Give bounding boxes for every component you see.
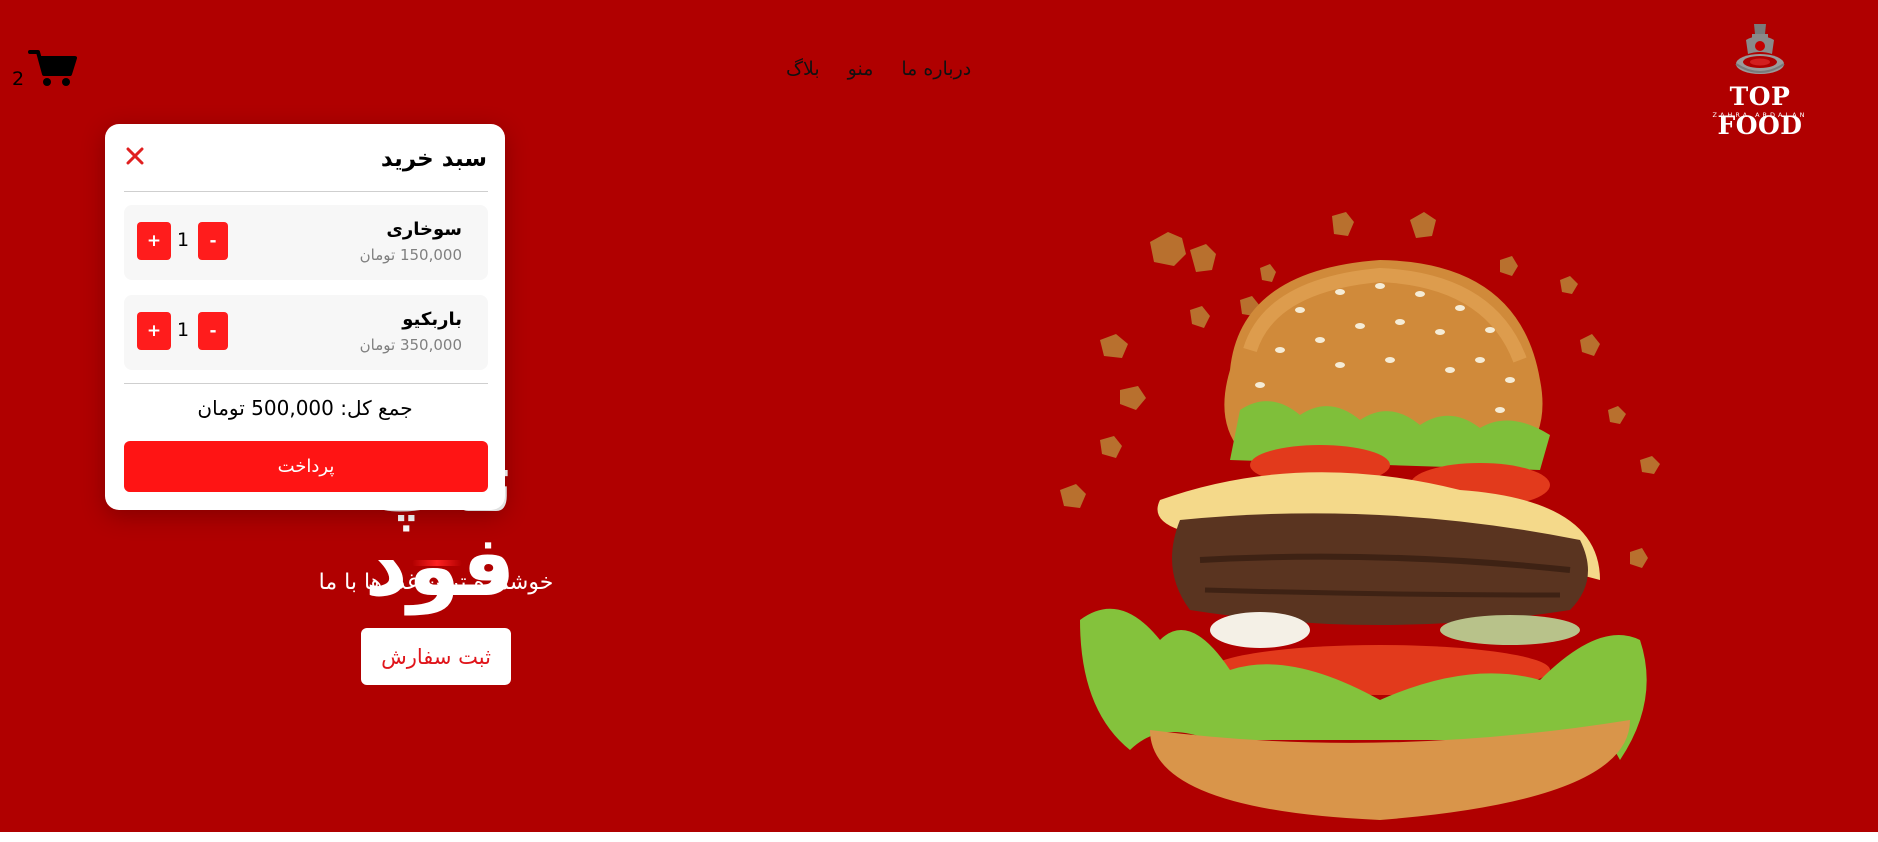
hero-subtitle: خوشمزه ترین غذا ها با ما — [318, 570, 554, 595]
pay-button[interactable]: پرداخت — [124, 441, 488, 492]
quantity-value: 1 — [177, 319, 190, 341]
title-underline — [412, 560, 462, 566]
increase-quantity-button[interactable]: + — [137, 222, 171, 260]
decrease-quantity-button[interactable]: - — [198, 222, 228, 260]
item-name: باربکیو — [402, 309, 462, 330]
shopping-cart-icon — [28, 50, 77, 86]
cart-panel: سبد خرید سوخاری 150,000 تومان - 1 + بارب… — [105, 124, 505, 510]
cart-total: جمع کل: 500,000 تومان — [197, 396, 413, 420]
item-name: سوخاری — [386, 219, 462, 240]
item-price: 150,000 تومان — [359, 246, 462, 264]
cart-item: سوخاری 150,000 تومان - 1 + — [124, 205, 488, 280]
decrease-quantity-button[interactable]: - — [198, 312, 228, 350]
cart-divider-top — [124, 191, 488, 192]
cart-divider-bottom — [124, 383, 488, 384]
main-nav: بلاگ منو درباره ما — [786, 58, 971, 80]
cart-count-badge: 2 — [12, 68, 25, 90]
hero-section: TOP FOOD ZAHRA ARDALAN بلاگ منو درباره م… — [0, 0, 1878, 832]
burger-image — [1060, 212, 1660, 820]
close-icon — [126, 147, 144, 165]
nav-item-blog[interactable]: بلاگ — [786, 58, 820, 80]
increase-quantity-button[interactable]: + — [137, 312, 171, 350]
order-button[interactable]: ثبت سفارش — [361, 628, 511, 685]
close-button[interactable] — [123, 144, 147, 168]
nav-item-menu[interactable]: منو — [848, 58, 874, 80]
cart-title: سبد خرید — [380, 146, 487, 172]
brand-logo[interactable]: TOP FOOD ZAHRA ARDALAN — [1690, 22, 1830, 140]
cart-button[interactable]: 2 — [12, 48, 77, 92]
item-price: 350,000 تومان — [359, 336, 462, 354]
quantity-value: 1 — [177, 229, 190, 251]
cart-item: باربکیو 350,000 تومان - 1 + — [124, 295, 488, 370]
nav-item-about[interactable]: درباره ما — [901, 58, 971, 80]
chef-plate-icon — [1735, 24, 1785, 74]
logo-subtext: ZAHRA ARDALAN — [1712, 111, 1808, 119]
